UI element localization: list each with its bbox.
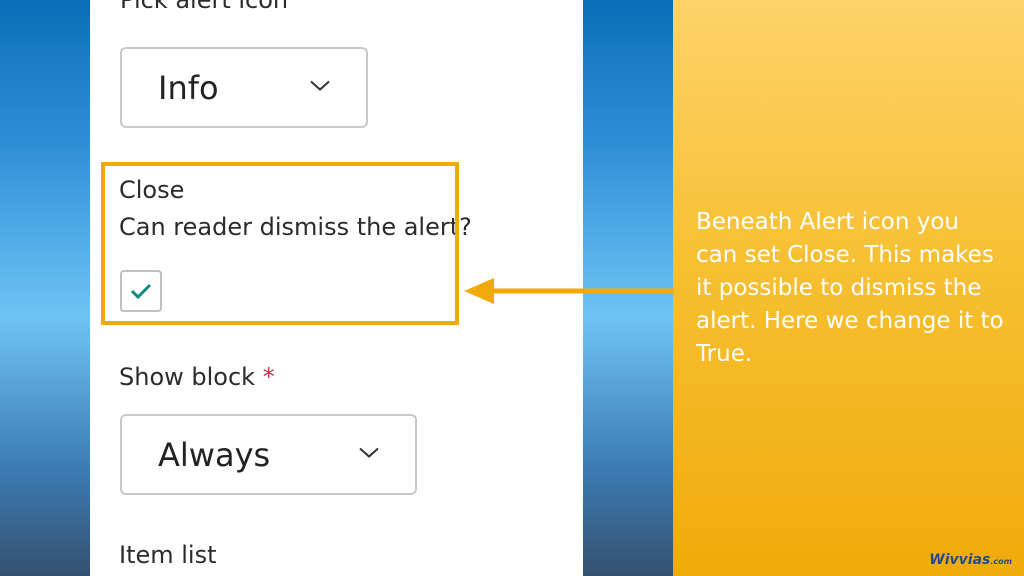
logo-name: Wivvias	[929, 552, 991, 568]
wivvias-logo: Wivvias.com	[929, 552, 1012, 568]
show-block-dropdown[interactable]: Always	[120, 414, 417, 495]
alert-icon-label: Pick alert icon	[120, 0, 289, 14]
logo-suffix: .com	[990, 557, 1012, 566]
alert-icon-value: Info	[158, 68, 219, 107]
checkmark-icon	[130, 283, 152, 300]
close-checkbox[interactable]	[120, 270, 162, 312]
alert-icon-dropdown[interactable]: Info	[120, 47, 368, 128]
show-block-label: Show block *	[119, 363, 275, 391]
show-block-value: Always	[158, 435, 271, 474]
required-mark: *	[262, 363, 275, 391]
chevron-down-icon	[357, 444, 381, 463]
show-block-label-text: Show block	[119, 363, 256, 391]
chevron-down-icon	[308, 77, 332, 96]
callout-text: Beneath Alert icon you can set Close. Th…	[696, 209, 1004, 367]
arrow-left-icon	[464, 278, 674, 304]
item-list-label: Item list	[119, 541, 217, 569]
